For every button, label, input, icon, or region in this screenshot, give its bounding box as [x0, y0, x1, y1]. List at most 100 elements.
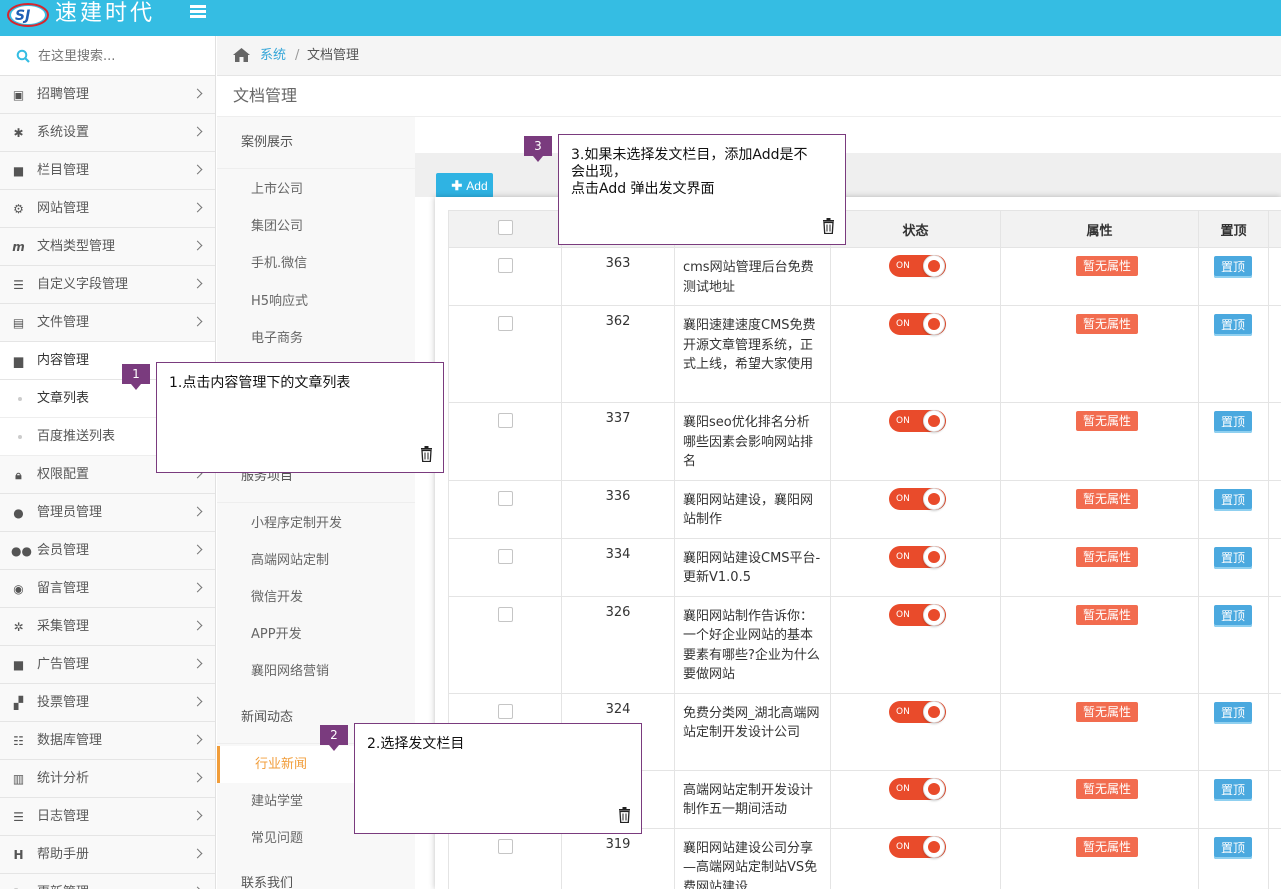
trash-icon[interactable]: [618, 807, 631, 823]
callout-text: 2.选择发文栏目: [367, 736, 465, 752]
row-title[interactable]: 襄阳速建速度CMS免费开源文章管理系统，正式上线，希望大家使用: [674, 305, 831, 403]
category-item[interactable]: 襄阳网络营销: [217, 653, 415, 690]
pin-top-button[interactable]: 置顶: [1214, 778, 1252, 801]
row-title[interactable]: 免费分类网_湖北高端网站定制开发设计公司: [674, 692, 831, 771]
category-item[interactable]: 高端网站定制: [217, 542, 415, 579]
status-toggle[interactable]: ON: [889, 410, 946, 432]
chevron-right-icon: [192, 848, 203, 859]
pin-top-button[interactable]: 置顶: [1214, 256, 1252, 278]
row-checkbox[interactable]: [497, 490, 513, 506]
callout-line: 会出现，: [571, 164, 627, 180]
category-item[interactable]: 小程序定制开发: [217, 505, 415, 542]
status-toggle[interactable]: ON: [889, 545, 946, 568]
add-button-label: Add: [466, 179, 488, 193]
category-item[interactable]: 上市公司: [217, 171, 415, 208]
toggle-label: ON: [896, 416, 910, 426]
sidebar-item-recruitment[interactable]: ▣ 招聘管理: [0, 76, 215, 114]
column-header-attr: 属性: [1000, 210, 1199, 248]
search-input[interactable]: [38, 46, 208, 66]
sidebar-item-admins[interactable]: ● 管理员管理: [0, 494, 215, 532]
sidebar-item-messages[interactable]: ◉ 留言管理: [0, 570, 215, 608]
row-top-cell: 置顶: [1198, 537, 1269, 597]
sidebar-subitem-label: 文章列表: [37, 391, 90, 406]
attribute-badge: 暂无属性: [1076, 546, 1138, 567]
row-select-cell: [448, 402, 562, 481]
status-toggle[interactable]: ON: [889, 255, 946, 277]
category-item[interactable]: 集团公司: [217, 208, 415, 245]
row-title[interactable]: 襄阳网站建设公司分享—高端网站定制站VS免费网站建设: [674, 827, 831, 889]
status-toggle[interactable]: ON: [889, 700, 946, 723]
sidebar-item-columns[interactable]: ■ 栏目管理: [0, 152, 215, 190]
sidebar-item-collect[interactable]: ✲ 采集管理: [0, 608, 215, 646]
row-title[interactable]: 高端网站定制开发设计制作五一期间活动: [674, 769, 831, 829]
sidebar-item-doc-types[interactable]: m 文档类型管理: [0, 228, 215, 266]
sidebar-item-files[interactable]: ▤ 文件管理: [0, 304, 215, 342]
pin-top-button[interactable]: 置顶: [1214, 604, 1252, 627]
list-icon: ☰: [13, 278, 24, 292]
add-button[interactable]: ✚ Add: [436, 173, 493, 198]
category-item[interactable]: 微信开发: [217, 579, 415, 616]
category-item[interactable]: 电子商务: [217, 320, 415, 357]
row-checkbox[interactable]: [497, 838, 513, 854]
status-toggle[interactable]: ON: [889, 487, 946, 510]
trash-icon[interactable]: [420, 446, 433, 462]
sidebar-item-website[interactable]: ⚙ 网站管理: [0, 190, 215, 228]
category-item[interactable]: APP开发: [217, 616, 415, 653]
sidebar-item-logs[interactable]: ☰ 日志管理: [0, 798, 215, 836]
gear-icon: ✱: [13, 126, 24, 140]
status-toggle[interactable]: ON: [889, 603, 946, 626]
toggle-label: ON: [896, 319, 910, 329]
row-attr-cell: 暂无属性: [1000, 305, 1199, 403]
row-id: 336: [561, 479, 675, 539]
pin-top-button[interactable]: 置顶: [1214, 411, 1252, 433]
sidebar-item-system-settings[interactable]: ✱ 系统设置: [0, 114, 215, 152]
row-status-cell: ON: [830, 537, 1001, 597]
sidebar-item-help[interactable]: H 帮助手册: [0, 836, 215, 874]
pin-top-button[interactable]: 置顶: [1214, 488, 1252, 511]
pin-top-button[interactable]: 置顶: [1214, 836, 1252, 859]
row-checkbox[interactable]: [497, 413, 513, 428]
sidebar-item-members[interactable]: ●● 会员管理: [0, 532, 215, 570]
status-toggle[interactable]: ON: [889, 835, 946, 858]
sidebar-item-updates[interactable]: ↻ 更新管理: [0, 874, 215, 889]
row-checkbox[interactable]: [497, 606, 513, 622]
select-all-checkbox[interactable]: [497, 219, 513, 235]
sidebar-item-statistics[interactable]: ▥ 统计分析: [0, 760, 215, 798]
category-item[interactable]: H5响应式: [217, 283, 415, 320]
row-title[interactable]: 襄阳网站制作告诉你：一个好企业网站的基本要素有哪些?企业为什么要做网站: [674, 595, 831, 694]
attribute-badge: 暂无属性: [1076, 256, 1138, 276]
sidebar-item-custom-fields[interactable]: ☰ 自定义字段管理: [0, 266, 215, 304]
row-title[interactable]: 襄阳网站建设，襄阳网站制作: [674, 479, 831, 539]
chevron-right-icon: [192, 278, 203, 289]
folder-icon: ■: [12, 164, 25, 178]
category-group-contact[interactable]: 联系我们: [217, 858, 415, 889]
menu-toggle-icon[interactable]: [190, 5, 206, 19]
sidebar-item-ads[interactable]: ■ 广告管理: [0, 646, 215, 684]
row-checkbox[interactable]: [497, 258, 513, 273]
category-group-cases[interactable]: 案例展示: [217, 117, 415, 169]
toggle-knob: [923, 313, 945, 335]
toggle-label: ON: [896, 261, 910, 271]
row-title[interactable]: cms网站管理后台免费测试地址: [674, 247, 831, 306]
category-item[interactable]: 手机.微信: [217, 245, 415, 282]
row-title[interactable]: 襄阳网站建设CMS平台-更新V1.0.5: [674, 537, 831, 597]
sidebar-item-database[interactable]: ☷ 数据库管理: [0, 722, 215, 760]
trash-icon[interactable]: [822, 218, 835, 234]
toggle-knob: [923, 255, 945, 277]
row-checkbox[interactable]: [497, 703, 513, 719]
row-title[interactable]: 襄阳seo优化排名分析哪些因素会影响网站排名: [674, 402, 831, 481]
table-row: 319 襄阳网站建设公司分享—高端网站定制站VS免费网站建设 ON 暂无属性 置顶: [448, 827, 1281, 889]
status-toggle[interactable]: ON: [889, 777, 946, 800]
callout-step-2: 2.选择发文栏目: [354, 723, 642, 834]
pin-top-button[interactable]: 置顶: [1214, 701, 1252, 724]
status-toggle[interactable]: ON: [889, 313, 946, 335]
sidebar-item-votes[interactable]: ▞ 投票管理: [0, 684, 215, 722]
row-checkbox[interactable]: [497, 548, 513, 564]
row-id: 319: [561, 827, 675, 889]
pin-top-button[interactable]: 置顶: [1214, 546, 1252, 569]
row-checkbox[interactable]: [497, 316, 513, 331]
pin-top-button[interactable]: 置顶: [1214, 314, 1252, 336]
sidebar-item-label: 留言管理: [37, 581, 90, 596]
breadcrumb-link-system[interactable]: 系统: [260, 36, 286, 76]
column-header-status: 状态: [830, 210, 1001, 248]
